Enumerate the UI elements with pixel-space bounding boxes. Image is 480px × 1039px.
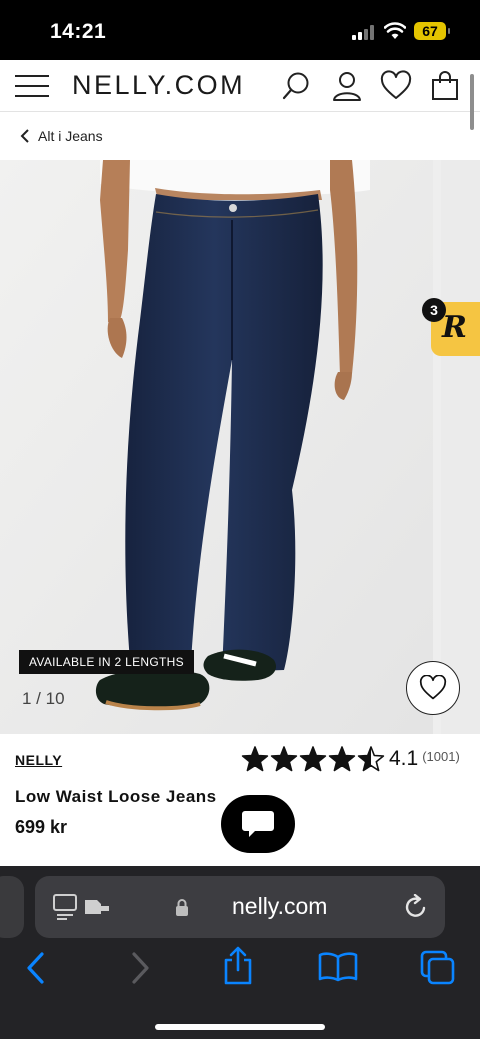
chat-bubble-icon (242, 811, 274, 837)
star-rating-icon (241, 746, 385, 772)
address-bar[interactable]: nelly.com (35, 876, 445, 938)
rating-star (270, 746, 298, 772)
forward-arrow-icon[interactable] (129, 951, 151, 985)
add-to-wishlist-button[interactable] (406, 661, 460, 715)
share-icon[interactable] (222, 946, 254, 986)
rewards-count-badge: 3 (422, 298, 446, 322)
image-counter: 1 / 10 (22, 689, 65, 708)
product-title: Low Waist Loose Jeans (15, 787, 217, 806)
lengths-badge: AVAILABLE IN 2 LENGTHS (19, 650, 194, 674)
url-text[interactable]: nelly.com (232, 893, 327, 920)
back-arrow-icon[interactable] (25, 951, 47, 985)
tabs-icon[interactable] (420, 950, 456, 986)
review-count: (1001) (422, 748, 460, 764)
chat-button[interactable] (221, 795, 295, 853)
bag-icon[interactable] (429, 70, 461, 102)
status-bar: 14:21 67 (0, 0, 480, 60)
wishlist-icon[interactable] (380, 70, 412, 102)
bookmarks-icon[interactable] (318, 952, 358, 982)
reload-icon[interactable] (403, 894, 429, 920)
account-icon[interactable] (331, 70, 363, 102)
rating-star (299, 746, 327, 772)
menu-icon[interactable] (15, 74, 49, 98)
rewards-logo-icon: R (442, 310, 467, 345)
rating-value: 4.1 (389, 747, 419, 770)
product-gallery[interactable]: AVAILABLE IN 2 LENGTHS 1 / 10 (0, 160, 480, 734)
product-photo[interactable] (0, 160, 433, 734)
browser-toolbar: nelly.com (0, 866, 480, 1039)
breadcrumb[interactable]: Alt i Jeans (20, 128, 103, 144)
product-rating[interactable]: 4.1 (1001) (241, 745, 460, 773)
breadcrumb-link[interactable]: Alt i Jeans (38, 128, 103, 144)
rating-star (241, 746, 269, 772)
status-time: 14:21 (50, 20, 107, 43)
brand-link[interactable]: NELLY (15, 752, 62, 768)
product-price: 699 kr (15, 817, 68, 837)
lock-icon (176, 899, 188, 916)
chevron-left-icon (20, 129, 29, 143)
search-icon[interactable] (281, 70, 313, 102)
site-logo[interactable]: NELLY.COM (72, 70, 245, 101)
rating-star (328, 746, 356, 772)
cellular-signal-icon (352, 24, 376, 40)
site-header: NELLY.COM (0, 60, 480, 112)
wifi-icon (384, 22, 406, 39)
previous-tab-preview[interactable] (0, 876, 24, 938)
battery-indicator: 67 (414, 22, 450, 40)
page-menu-icon[interactable] (53, 894, 111, 920)
heart-icon (419, 675, 447, 700)
home-indicator[interactable] (155, 1024, 325, 1030)
next-photo-preview[interactable] (441, 160, 480, 734)
page-scrollbar[interactable] (470, 74, 474, 130)
